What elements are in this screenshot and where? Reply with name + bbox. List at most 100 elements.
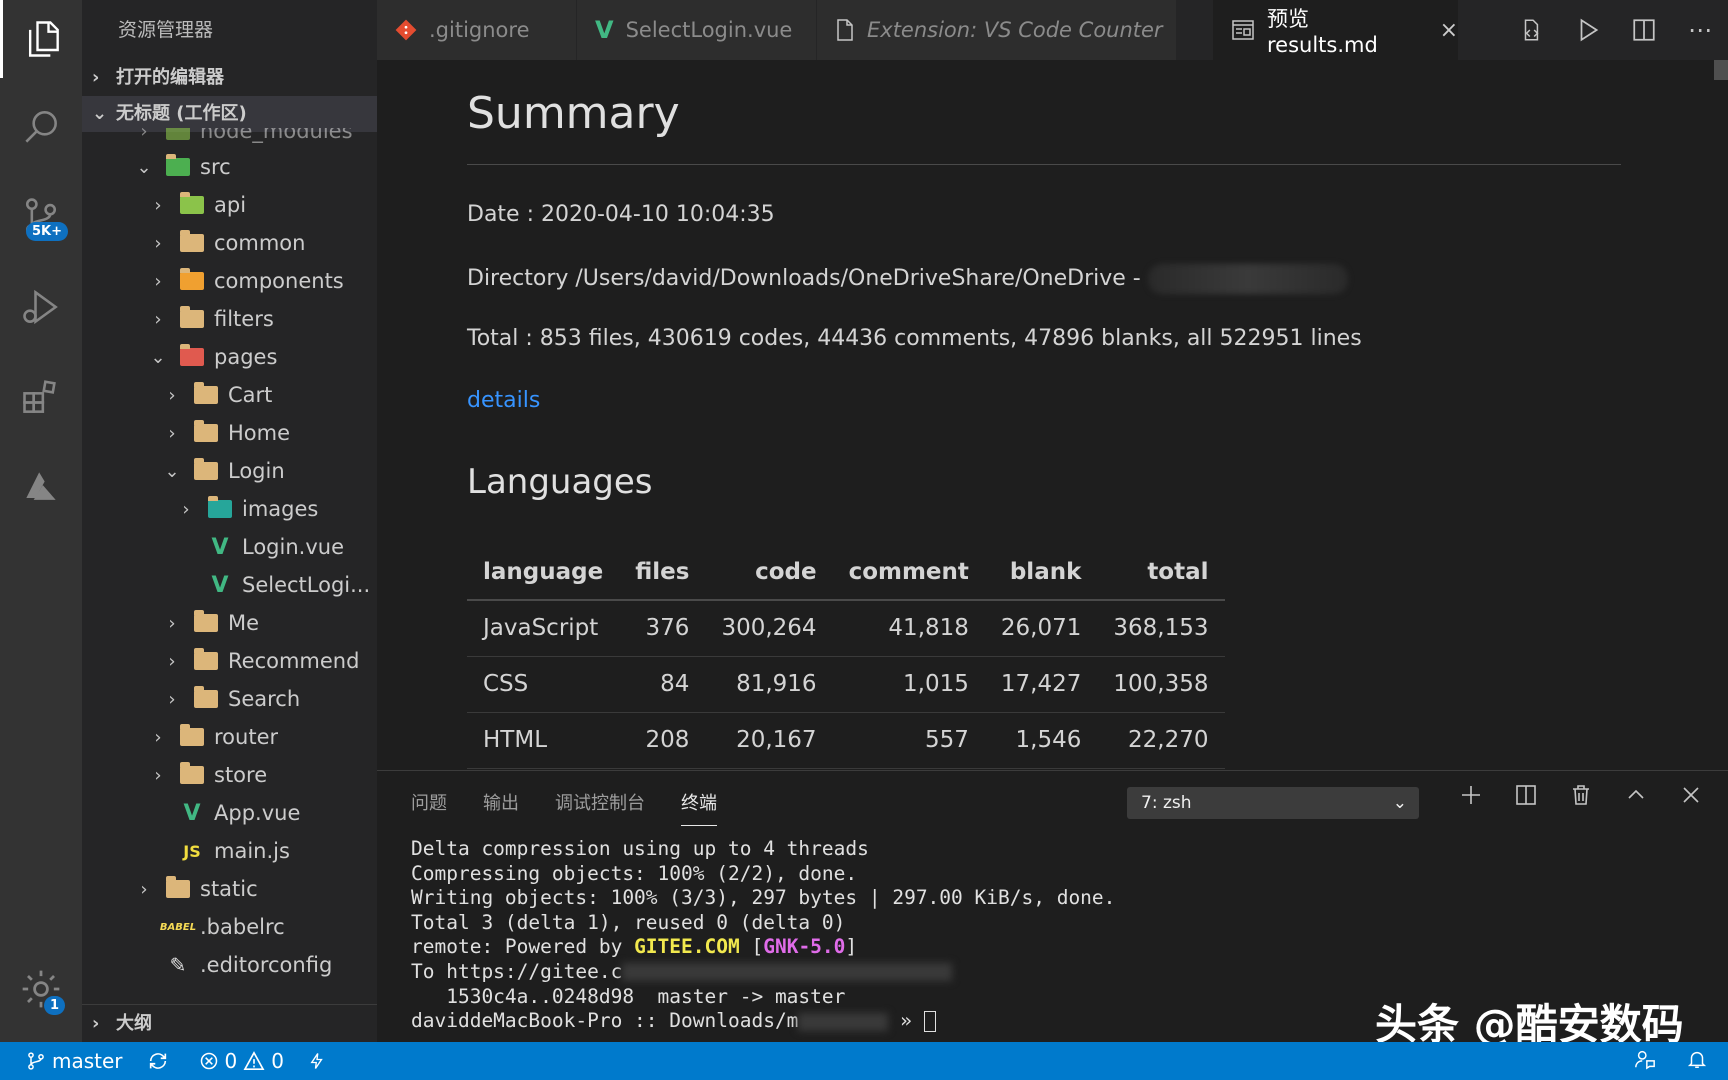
run-debug-icon[interactable] [0,268,82,346]
split-editor-icon[interactable] [1616,17,1672,43]
preview-icon [1231,19,1255,41]
details-link[interactable]: details [467,388,540,413]
js-file-icon: JS [183,841,201,861]
tab-terminal[interactable]: 终端 [681,789,717,826]
table-cell: 26,071 [984,600,1098,657]
folder-icon [164,876,192,900]
tree-item-pages[interactable]: ⌄ pages [82,338,377,376]
chevron-down-icon: ⌄ [1392,793,1407,813]
tab-output[interactable]: 输出 [483,789,519,826]
maximize-panel-icon[interactable] [1608,783,1663,807]
tab-debug-console[interactable]: 调试控制台 [555,789,645,826]
more-actions-icon[interactable]: ⋯ [1672,16,1728,44]
explorer-sidebar: 资源管理器 › 打开的编辑器 ⌄ 无标题 (工作区) › node_module… [82,0,377,1042]
branch-indicator[interactable]: master [26,1049,123,1073]
tree-item-images[interactable]: › images [82,490,377,528]
folder-icon [192,686,220,710]
tree-item-home[interactable]: › Home [82,414,377,452]
settings-gear-icon[interactable]: 1 [0,950,82,1028]
open-editors-section[interactable]: › 打开的编辑器 [82,60,377,96]
status-right [1604,1042,1708,1080]
tree-item-common[interactable]: › common [82,224,377,262]
tree-item-label: common [214,231,306,255]
tree-item-api[interactable]: › api [82,186,377,224]
tree-item-label: pages [214,345,278,369]
run-icon[interactable] [1560,17,1616,43]
table-cell: HTML [467,712,620,769]
scrollbar[interactable] [1714,60,1728,80]
table-cell: 100,358 [1097,656,1225,713]
tree-item-src[interactable]: ⌄ src [82,148,377,186]
folder-icon [178,762,206,786]
source-control-icon[interactable]: 5K+ [0,178,82,256]
terminal-line: remote: Powered by GITEE.COM [GNK-5.0] [411,935,1115,960]
tree-item-me[interactable]: › Me [82,604,377,642]
folder-icon [178,230,206,254]
tree-item-static[interactable]: › static [82,870,377,908]
table-cell: 557 [832,712,985,769]
sync-icon[interactable] [147,1050,175,1072]
terminal-line: To https://gitee.c [411,960,1115,985]
table-row: CSS 84 81,916 1,015 17,427 100,358 [467,656,1225,713]
tree-item-babelrc[interactable]: BABEL .babelrc [82,908,377,946]
tree-item-editorconfig[interactable]: ✎ .editorconfig [82,946,377,984]
search-icon[interactable] [0,88,82,166]
tab-extension-vs-code-counter[interactable]: Extension: VS Code Counter [817,0,1177,60]
extensions-icon[interactable] [0,358,82,436]
table-cell: CSS [467,656,620,713]
terminal-output[interactable]: Delta compression using up to 4 threads C… [411,837,1115,1034]
tree-item-label: Recommend [228,649,360,673]
languages-heading: Languages [467,462,653,502]
tree-item-store[interactable]: › store [82,756,377,794]
tree-item-app-vue[interactable]: V App.vue [82,794,377,832]
tree-item-label: router [214,725,279,749]
feedback-icon[interactable] [1634,1048,1656,1075]
terminal-cursor [923,1011,936,1033]
terminal-select[interactable]: 7: zsh ⌄ [1127,787,1419,819]
tree-item-search[interactable]: › Search [82,680,377,718]
tree-item-filters[interactable]: › filters [82,300,377,338]
tree-item-label: images [242,497,319,521]
workspace-section[interactable]: ⌄ 无标题 (工作区) [82,96,377,132]
bottom-panel: 问题 输出 调试控制台 终端 7: zsh ⌄ Delta compressio… [377,770,1728,1049]
status-bar: master 0 0 [0,1042,1728,1080]
split-terminal-icon[interactable] [1498,783,1553,807]
tree-item-selectlogin-vue[interactable]: V SelectLogi... [82,566,377,604]
open-source-icon[interactable] [1504,17,1560,43]
tab-selectlogin-vue[interactable]: V SelectLogin.vue [577,0,817,60]
new-terminal-icon[interactable] [1443,783,1498,807]
tab-preview-results-md[interactable]: 预览 results.md × [1213,0,1459,60]
tree-item-components[interactable]: › components [82,262,377,300]
tree-item-label: src [200,155,231,179]
tree-item-login[interactable]: ⌄ Login [82,452,377,490]
directory-line: Directory /Users/david/Downloads/OneDriv… [467,264,1348,294]
tree-item-cart[interactable]: › Cart [82,376,377,414]
close-panel-icon[interactable] [1663,783,1718,807]
warning-count: 0 [271,1049,284,1073]
azure-icon[interactable] [0,448,82,526]
column-header: code [705,544,833,601]
outline-section[interactable]: › 大纲 [82,1004,377,1042]
tree-item-node-modules[interactable]: › node_modules [82,128,377,150]
tab-gitignore[interactable]: .gitignore [377,0,577,60]
redacted-blur [1147,264,1348,294]
summary-heading: Summary [467,88,680,139]
tree-item-label: static [200,877,258,901]
tree-item-main-js[interactable]: JS main.js [82,832,377,870]
tree-item-router[interactable]: › router [82,718,377,756]
close-icon[interactable]: × [1440,18,1458,43]
redacted-blur [798,1012,889,1031]
explorer-icon[interactable] [0,0,82,78]
trash-icon[interactable] [1553,783,1608,807]
tree-item-recommend[interactable]: › Recommend [82,642,377,680]
problems-indicator[interactable]: 0 0 [199,1049,284,1073]
notifications-bell-icon[interactable] [1686,1048,1708,1075]
directory-text: Directory /Users/david/Downloads/OneDriv… [467,266,1141,291]
editorconfig-file-icon: ✎ [169,953,187,977]
tab-label: SelectLogin.vue [625,18,793,42]
tab-problems[interactable]: 问题 [411,789,447,826]
tree-item-login-vue[interactable]: V Login.vue [82,528,377,566]
tree-item-label: .editorconfig [200,953,333,977]
lightning-icon[interactable] [308,1051,332,1071]
terminal-text: GNK-5.0 [763,935,846,959]
